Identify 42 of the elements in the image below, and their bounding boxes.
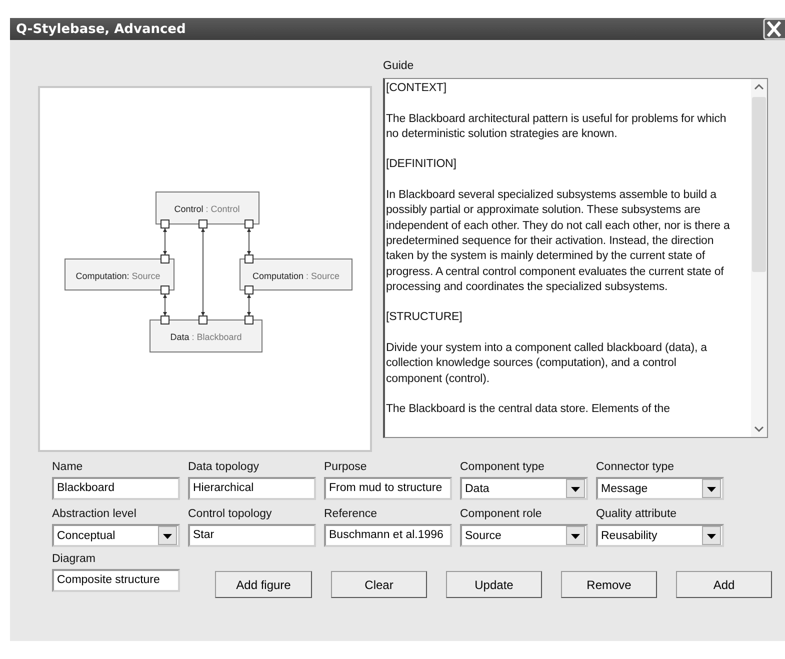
guide-paragraph: The Blackboard architectural pattern is useful for problems for which no deterministic solution strategies are known. [386, 112, 728, 142]
action-button[interactable]: Clear [331, 571, 427, 598]
field-label: Abstraction level [52, 508, 138, 520]
field-label: Quality attribute [596, 508, 678, 520]
text-field[interactable]: Composite structure [52, 569, 180, 592]
guide-paragraph: [CONTEXT] [386, 81, 448, 96]
action-button[interactable]: Update [446, 571, 542, 598]
action-button[interactable]: Add [676, 571, 772, 598]
guide-paragraph: [DEFINITION] [386, 157, 458, 172]
field-label: Diagram [52, 553, 96, 565]
text-field[interactable]: Buschmann et al.1996 [324, 524, 452, 547]
field-label: Connector type [596, 461, 675, 473]
text-field[interactable]: From mud to structure [324, 477, 452, 500]
field-label: Component type [460, 461, 546, 473]
component-label: Data : Blackboard [170, 332, 242, 342]
action-button[interactable]: Add figure [215, 571, 312, 598]
dropdown[interactable]: Data [460, 477, 588, 500]
dropdown[interactable]: Reusability [596, 524, 724, 547]
component-label: Control : Control [174, 204, 240, 214]
guide-paragraph: In Blackboard several specialized subsystems assemble to build a possibly partial or approximate solution. These subsystems are independent of each other. They do not call each other, nor is there a predetermined sequence for their activation. Instead, the direction taken by the system is mainly determined by the current state of progress. A central control component evaluates the current state of processing and coordinates the specialized subsystems. [386, 188, 731, 295]
component-label: Computation: Source [76, 271, 160, 281]
guide-label: Guide [383, 60, 415, 72]
window-title: Q-Stylebase, Advanced [16, 22, 186, 36]
dropdown[interactable]: Conceptual [52, 524, 180, 547]
text-field[interactable]: Blackboard [52, 477, 180, 500]
dropdown[interactable]: Message [596, 477, 724, 500]
field-label: Control topology [188, 508, 273, 520]
guide-paragraph: The Blackboard is the central data store. Elements of the [386, 402, 671, 418]
field-label: Purpose [324, 461, 368, 473]
guide-paragraph: [STRUCTURE] [386, 310, 464, 326]
field-label: Reference [324, 508, 378, 520]
text-field[interactable]: Hierarchical [188, 477, 316, 500]
component-label: Computation : Source [252, 271, 340, 281]
field-label: Data topology [188, 461, 260, 473]
text-field[interactable]: Star [188, 524, 316, 547]
guide-paragraph: Divide your system into a component called blackboard (data), a collection knowledge sources (computation), and a control component (control). [386, 341, 708, 387]
field-label: Name [52, 461, 84, 473]
close-icon[interactable] [763, 18, 785, 40]
dropdown[interactable]: Source [460, 524, 588, 547]
scrollbar[interactable] [751, 79, 767, 437]
field-label: Component role [460, 508, 543, 520]
action-button[interactable]: Remove [561, 571, 657, 598]
